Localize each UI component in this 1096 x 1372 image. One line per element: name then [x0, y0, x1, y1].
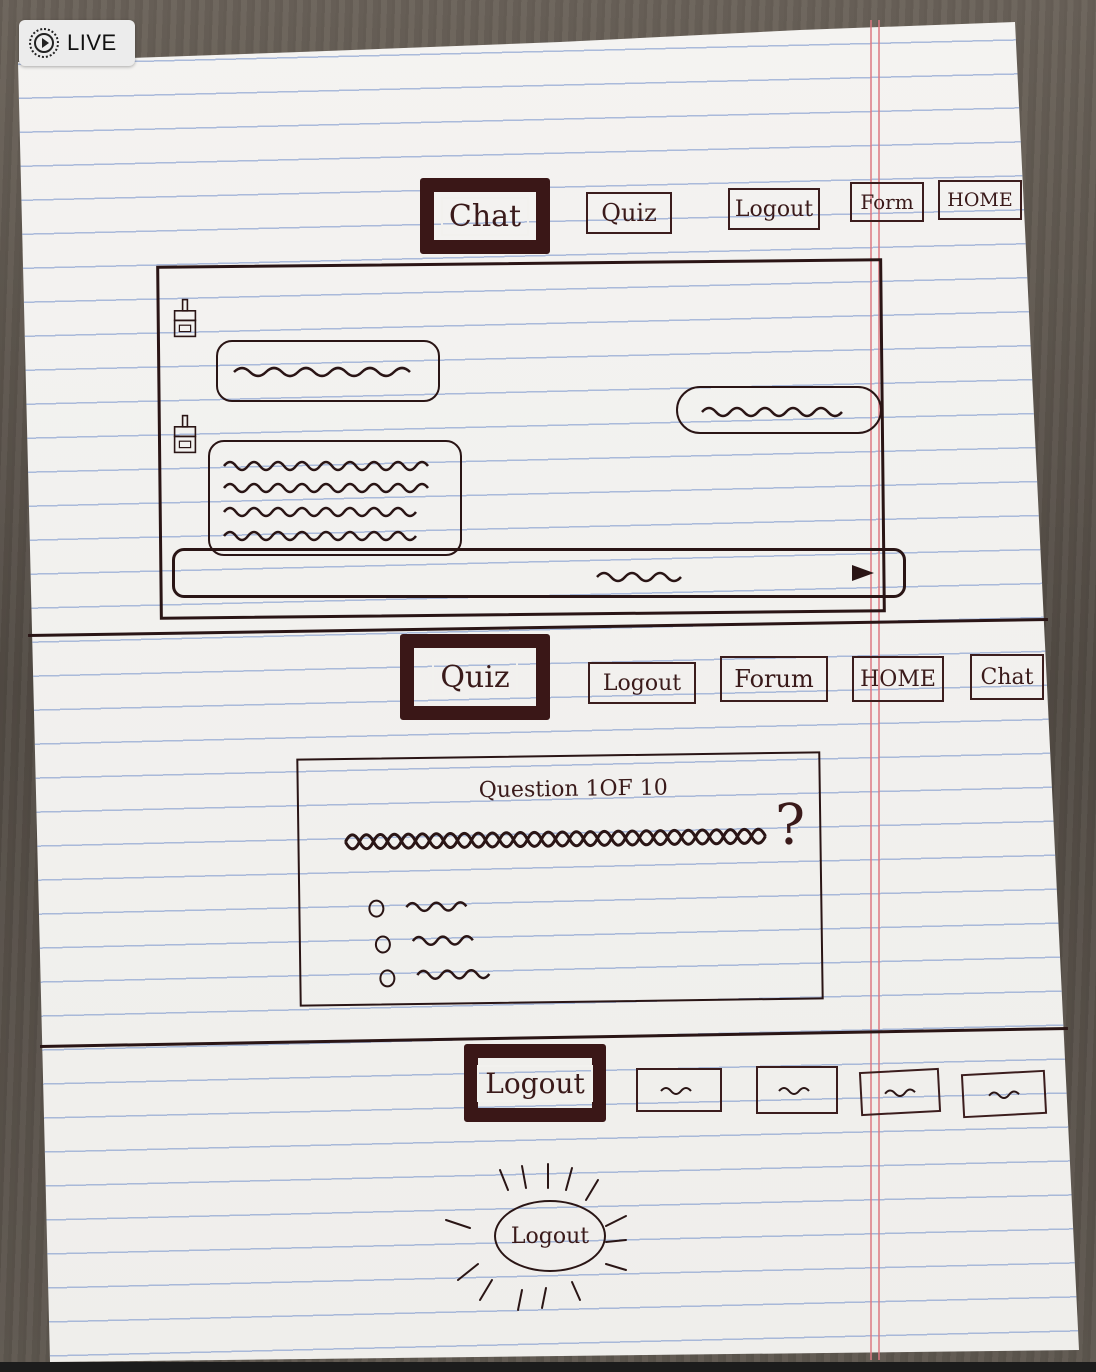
nav-quiz-label: Quiz [601, 199, 657, 227]
scribbled-option-text [416, 969, 491, 980]
radio-option[interactable] [368, 899, 385, 918]
scribbled-question-text [344, 827, 767, 851]
nav-quiz[interactable]: Quiz [586, 192, 672, 234]
live-photo-icon [29, 28, 59, 58]
bot-message-bubble [208, 440, 462, 556]
nav-chat-label: Chat [440, 196, 530, 236]
send-icon[interactable] [852, 565, 874, 581]
nav-forum[interactable]: Forum [720, 656, 828, 702]
logout-highlight-label: Logout [510, 1223, 590, 1249]
scribbled-option-text [411, 935, 474, 947]
message-input[interactable] [172, 548, 906, 598]
nav-placeholder[interactable] [636, 1068, 722, 1112]
quiz-card: Question 1OF 10 ? [296, 751, 824, 1007]
live-label: LIVE [67, 30, 117, 55]
nav-form-label: Form [860, 190, 914, 214]
bottom-strip [0, 1362, 1096, 1372]
robot-avatar-icon [173, 298, 197, 338]
nav-placeholder[interactable] [960, 1069, 1048, 1119]
scribbled-text [701, 406, 843, 418]
nav-home-label: HOME [860, 666, 936, 692]
nav-home-label: HOME [947, 189, 1013, 211]
robot-avatar-icon [173, 414, 197, 454]
nav-quiz-label: Quiz [432, 657, 518, 697]
nav-chat-label: Chat [980, 664, 1034, 690]
nav-logout-label: Logout [477, 1064, 593, 1102]
nav-logout[interactable]: Logout [588, 662, 696, 704]
nav-home[interactable]: HOME [852, 656, 944, 702]
nav-form[interactable]: Form [850, 182, 924, 222]
nav-home[interactable]: HOME [938, 180, 1022, 220]
nav-quiz-active[interactable]: Quiz [400, 634, 550, 720]
scribbled-text [233, 366, 411, 378]
nav-logout-label: Logout [602, 670, 682, 696]
scribbled-text [223, 460, 429, 542]
scribbled-text [778, 1087, 810, 1095]
nav-placeholder[interactable] [858, 1067, 942, 1117]
scribbled-text [988, 1090, 1020, 1099]
live-badge[interactable]: LIVE [19, 20, 135, 66]
radio-option[interactable] [374, 935, 392, 954]
bot-message-bubble [216, 340, 440, 402]
nav-chat-active[interactable]: Chat [420, 178, 550, 254]
nav-placeholder[interactable] [756, 1066, 838, 1114]
scribbled-option-text [405, 901, 468, 913]
question-counter: Question 1OF 10 [478, 775, 669, 804]
nav-forum-label: Forum [734, 665, 814, 693]
scribbled-text [660, 1087, 692, 1095]
nav-chat[interactable]: Chat [970, 654, 1044, 700]
nav-logout-active[interactable]: Logout [464, 1044, 606, 1122]
scribbled-text [596, 571, 682, 583]
radio-option[interactable] [379, 969, 396, 988]
scribbled-text [884, 1088, 916, 1097]
user-message-bubble [676, 386, 882, 434]
question-mark: ? [774, 792, 806, 858]
logout-button-highlight[interactable]: Logout [494, 1200, 606, 1272]
nav-logout-label: Logout [734, 196, 814, 222]
nav-logout[interactable]: Logout [728, 188, 820, 230]
